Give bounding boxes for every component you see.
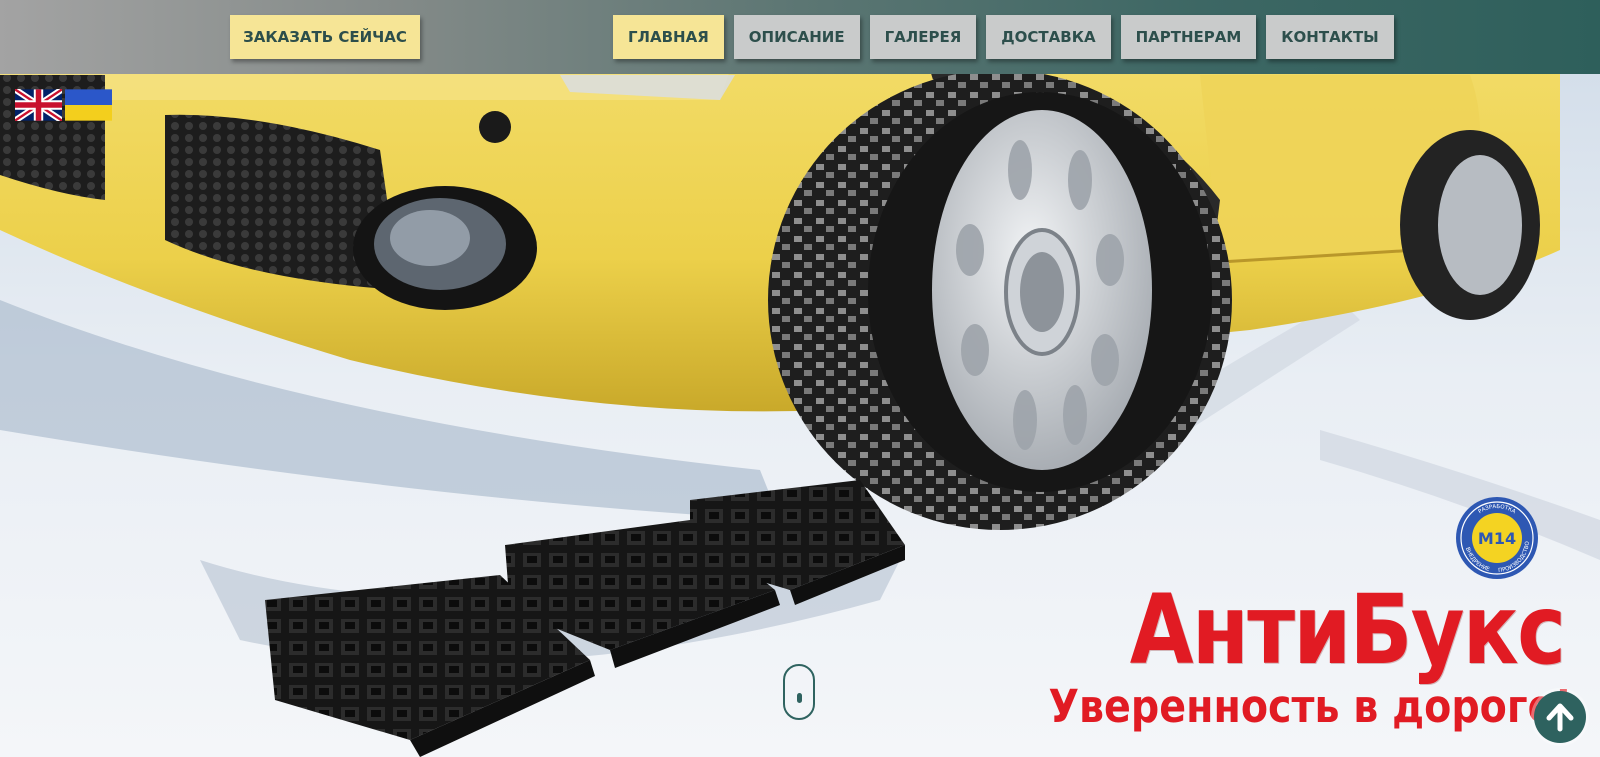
nav-item-delivery[interactable]: ДОСТАВКА: [986, 15, 1111, 59]
order-now-button[interactable]: ЗАКАЗАТЬ СЕЙЧАС: [230, 15, 420, 59]
uk-flag-icon[interactable]: [15, 89, 62, 121]
main-nav: ГЛАВНАЯ ОПИСАНИЕ ГАЛЕРЕЯ ДОСТАВКА ПАРТНЕ…: [613, 15, 1394, 59]
language-switcher: [15, 89, 112, 121]
hero-subtitle: Уверенность в дороге!: [1047, 680, 1572, 733]
nav-item-description[interactable]: ОПИСАНИЕ: [733, 15, 860, 59]
nav-item-gallery[interactable]: ГАЛЕРЕЯ: [869, 15, 977, 59]
badge-center-text: M14: [1478, 529, 1516, 548]
top-navbar: ЗАКАЗАТЬ СЕЙЧАС ГЛАВНАЯ ОПИСАНИЕ ГАЛЕРЕЯ…: [0, 0, 1600, 74]
scroll-wheel: [797, 693, 802, 703]
hero-title: АнтиБукс: [1129, 574, 1565, 686]
m14-badge-logo: M14 РАЗРАБОТКА ВНЕДРЕНИЕ ПРОИЗВОДСТВО: [1456, 497, 1538, 579]
scroll-down-mouse-icon[interactable]: [783, 664, 815, 720]
arrow-up-icon: [1546, 703, 1574, 732]
nav-item-home[interactable]: ГЛАВНАЯ: [613, 15, 724, 59]
ukraine-flag-icon[interactable]: [65, 89, 112, 121]
nav-item-contacts[interactable]: КОНТАКТЫ: [1266, 15, 1394, 59]
back-to-top-button[interactable]: [1534, 691, 1586, 743]
nav-item-partners[interactable]: ПАРТНЕРАМ: [1120, 15, 1257, 59]
